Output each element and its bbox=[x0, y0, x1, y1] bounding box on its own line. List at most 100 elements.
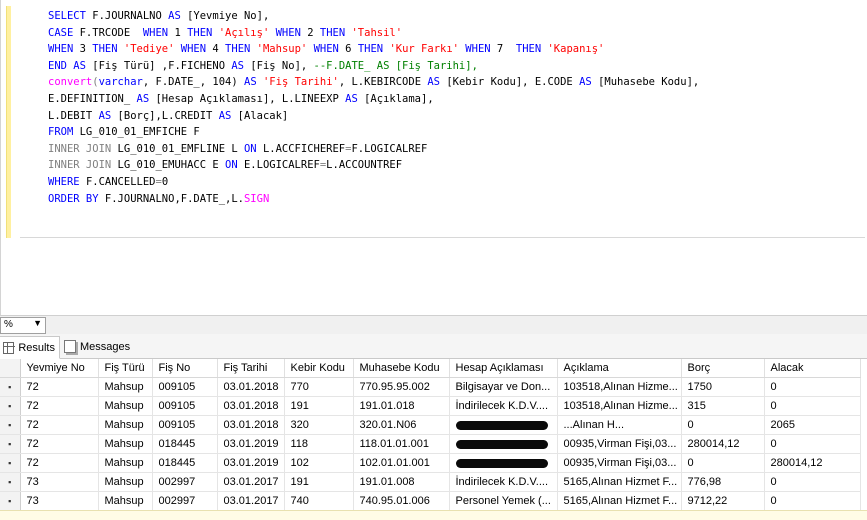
row-selector[interactable]: ▪ bbox=[0, 415, 21, 435]
table-cell[interactable]: 5165,Alınan Hizmet F... bbox=[557, 491, 682, 511]
table-cell[interactable]: 002997 bbox=[152, 472, 218, 492]
table-cell[interactable]: 740.95.01.006 bbox=[353, 491, 450, 511]
table-cell[interactable]: 320 bbox=[284, 415, 354, 435]
table-cell[interactable]: 03.01.2018 bbox=[217, 377, 285, 397]
column-header[interactable]: Muhasebe Kodu bbox=[353, 359, 450, 378]
table-cell[interactable] bbox=[449, 434, 558, 454]
tab-messages[interactable]: Messages bbox=[60, 336, 134, 357]
row-selector[interactable]: ▪ bbox=[0, 377, 21, 397]
column-header[interactable]: Fiş Türü bbox=[98, 359, 153, 378]
table-row[interactable]: ▪ 72 Mahsup 009105 03.01.2018 191 191.01.018 İn… bbox=[0, 396, 861, 416]
column-header[interactable]: Açıklama bbox=[557, 359, 682, 378]
table-cell[interactable]: 1750 bbox=[681, 377, 765, 397]
table-cell[interactable]: 103518,Alınan Hizme... bbox=[557, 396, 682, 416]
table-cell[interactable]: 72 bbox=[20, 415, 99, 435]
column-header[interactable]: Alacak bbox=[764, 359, 861, 378]
column-header[interactable]: Borç bbox=[681, 359, 765, 378]
table-row[interactable]: ▪ 72 Mahsup 009105 03.01.2018 770 770.95.95.00… bbox=[0, 377, 861, 397]
table-cell[interactable]: 191 bbox=[284, 396, 354, 416]
table-cell[interactable]: 0 bbox=[764, 472, 861, 492]
table-cell[interactable]: 72 bbox=[20, 377, 99, 397]
table-cell[interactable]: 009105 bbox=[152, 415, 218, 435]
table-cell[interactable]: 320.01.N06 bbox=[353, 415, 450, 435]
table-cell[interactable]: 72 bbox=[20, 396, 99, 416]
table-row[interactable]: ▪ 72 Mahsup 009105 03.01.2018 320 320.01.N06..… bbox=[0, 415, 861, 435]
row-header-corner[interactable] bbox=[0, 359, 21, 378]
sql-code[interactable]: SELECT F.JOURNALNO AS [Yevmiye No], CASE … bbox=[48, 8, 699, 207]
table-row[interactable]: ▪ 72 Mahsup 018445 03.01.2019 102 102.01.01.00… bbox=[0, 453, 861, 473]
table-cell[interactable]: Mahsup bbox=[98, 434, 153, 454]
table-cell[interactable]: 009105 bbox=[152, 377, 218, 397]
table-cell[interactable] bbox=[449, 453, 558, 473]
table-cell[interactable]: 9712,22 bbox=[681, 491, 765, 511]
table-cell[interactable]: 03.01.2018 bbox=[217, 415, 285, 435]
table-cell[interactable]: 103518,Alınan Hizme... bbox=[557, 377, 682, 397]
column-header[interactable]: Fiş No bbox=[152, 359, 218, 378]
table-cell[interactable]: 0 bbox=[681, 453, 765, 473]
table-cell[interactable]: 03.01.2017 bbox=[217, 491, 285, 511]
table-cell[interactable]: 191.01.008 bbox=[353, 472, 450, 492]
results-grid[interactable]: Yevmiye No Fiş Türü Fiş No Fiş Tarihi Kebir … bbox=[0, 359, 861, 511]
table-cell[interactable]: 72 bbox=[20, 453, 99, 473]
row-selector[interactable]: ▪ bbox=[0, 434, 21, 454]
table-cell[interactable]: 776,98 bbox=[681, 472, 765, 492]
row-selector[interactable]: ▪ bbox=[0, 472, 21, 492]
table-cell[interactable] bbox=[449, 415, 558, 435]
table-cell[interactable]: 00935,Virman Fişi,03... bbox=[557, 434, 682, 454]
column-header[interactable]: Hesap Açıklaması bbox=[449, 359, 558, 378]
table-cell[interactable]: ...Alınan H... bbox=[557, 415, 682, 435]
table-cell[interactable]: 770 bbox=[284, 377, 354, 397]
table-cell[interactable]: 72 bbox=[20, 434, 99, 454]
table-cell[interactable]: 73 bbox=[20, 472, 99, 492]
row-selector[interactable]: ▪ bbox=[0, 491, 21, 511]
table-cell[interactable]: 191.01.018 bbox=[353, 396, 450, 416]
zoom-dropdown[interactable]: % ▼ bbox=[0, 317, 46, 334]
table-cell[interactable]: 018445 bbox=[152, 453, 218, 473]
table-cell[interactable]: 00935,Virman Fişi,03... bbox=[557, 453, 682, 473]
table-cell[interactable]: 280014,12 bbox=[764, 453, 861, 473]
table-cell[interactable]: Mahsup bbox=[98, 472, 153, 492]
table-cell[interactable]: Mahsup bbox=[98, 396, 153, 416]
table-cell[interactable]: 118.01.01.001 bbox=[353, 434, 450, 454]
table-cell[interactable]: 280014,12 bbox=[681, 434, 765, 454]
table-cell[interactable]: 03.01.2019 bbox=[217, 434, 285, 454]
table-cell[interactable]: 03.01.2017 bbox=[217, 472, 285, 492]
table-cell[interactable]: 118 bbox=[284, 434, 354, 454]
table-cell[interactable]: 740 bbox=[284, 491, 354, 511]
table-cell[interactable]: Personel Yemek (... bbox=[449, 491, 558, 511]
table-cell[interactable]: İndirilecek K.D.V.... bbox=[449, 396, 558, 416]
table-cell[interactable]: 315 bbox=[681, 396, 765, 416]
table-cell[interactable]: 0 bbox=[764, 396, 861, 416]
tab-results[interactable]: Results bbox=[0, 336, 60, 359]
row-selector[interactable]: ▪ bbox=[0, 396, 21, 416]
table-cell[interactable]: 03.01.2018 bbox=[217, 396, 285, 416]
table-cell[interactable]: 102 bbox=[284, 453, 354, 473]
table-cell[interactable]: 73 bbox=[20, 491, 99, 511]
table-cell[interactable]: 018445 bbox=[152, 434, 218, 454]
column-header[interactable]: Fiş Tarihi bbox=[217, 359, 285, 378]
table-row[interactable]: ▪ 73 Mahsup 002997 03.01.2017 191 191.01.008 İn… bbox=[0, 472, 861, 492]
table-row[interactable]: ▪ 73 Mahsup 002997 03.01.2017 740 740.95.01.00… bbox=[0, 491, 861, 511]
table-cell[interactable]: 5165,Alınan Hizmet F... bbox=[557, 472, 682, 492]
table-cell[interactable]: Bilgisayar ve Don... bbox=[449, 377, 558, 397]
query-editor[interactable]: SELECT F.JOURNALNO AS [Yevmiye No], CASE … bbox=[0, 0, 867, 315]
table-cell[interactable]: 191 bbox=[284, 472, 354, 492]
row-selector[interactable]: ▪ bbox=[0, 453, 21, 473]
table-cell[interactable]: 03.01.2019 bbox=[217, 453, 285, 473]
table-cell[interactable]: 770.95.95.002 bbox=[353, 377, 450, 397]
column-header[interactable]: Kebir Kodu bbox=[284, 359, 354, 378]
table-cell[interactable]: 2065 bbox=[764, 415, 861, 435]
table-cell[interactable]: Mahsup bbox=[98, 453, 153, 473]
table-cell[interactable]: 0 bbox=[764, 434, 861, 454]
table-cell[interactable]: 102.01.01.001 bbox=[353, 453, 450, 473]
table-cell[interactable]: Mahsup bbox=[98, 491, 153, 511]
table-cell[interactable]: Mahsup bbox=[98, 415, 153, 435]
table-row[interactable]: ▪ 72 Mahsup 018445 03.01.2019 118 118.01.01.00… bbox=[0, 434, 861, 454]
table-cell[interactable]: 002997 bbox=[152, 491, 218, 511]
table-cell[interactable]: 0 bbox=[681, 415, 765, 435]
table-cell[interactable]: 0 bbox=[764, 491, 861, 511]
column-header[interactable]: Yevmiye No bbox=[20, 359, 99, 378]
table-cell[interactable]: Mahsup bbox=[98, 377, 153, 397]
table-cell[interactable]: 0 bbox=[764, 377, 861, 397]
table-cell[interactable]: İndirilecek K.D.V.... bbox=[449, 472, 558, 492]
